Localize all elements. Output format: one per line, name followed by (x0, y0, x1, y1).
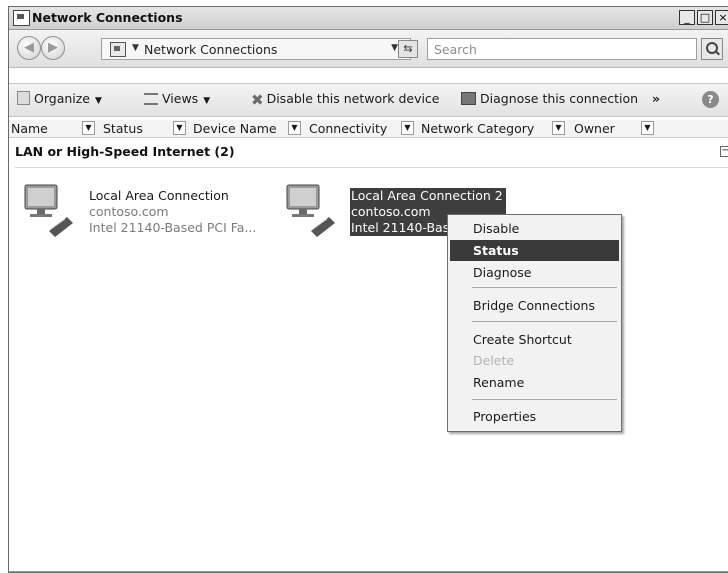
window-bottom-edge (9, 571, 728, 572)
column-name-dropdown[interactable]: ▼ (82, 121, 95, 135)
network-connections-icon (13, 10, 30, 26)
disable-x-icon: ✖ (251, 91, 264, 109)
close-button[interactable]: × (715, 10, 728, 25)
menu-item-create-shortcut[interactable]: Create Shortcut (450, 329, 619, 350)
organize-button[interactable]: Organize ▼ (17, 91, 102, 106)
column-name[interactable]: Name (11, 121, 48, 136)
address-path[interactable]: Network Connections (144, 42, 277, 57)
help-icon[interactable]: ? (702, 91, 719, 108)
menu-item-diagnose[interactable]: Diagnose (450, 262, 619, 283)
diagnose-icon (461, 92, 476, 105)
menu-separator (472, 399, 617, 400)
context-menu: Disable Status Diagnose Bridge Connectio… (447, 214, 622, 432)
menu-item-status[interactable]: Status (450, 240, 619, 261)
address-dropdown-icon[interactable]: ▼ (391, 43, 398, 53)
column-status-dropdown[interactable]: ▼ (173, 121, 186, 135)
group-divider (15, 167, 728, 168)
column-device-name[interactable]: Device Name (193, 121, 277, 136)
organize-label: Organize (34, 91, 90, 106)
column-connectivity[interactable]: Connectivity (309, 121, 387, 136)
back-button[interactable]: ◀ (17, 36, 41, 60)
maximize-button[interactable]: □ (697, 10, 713, 25)
disable-label: Disable this network device (266, 91, 440, 106)
menu-item-disable[interactable]: Disable (450, 218, 619, 239)
network-adapter-icon (24, 184, 73, 237)
diagnose-label: Diagnose this connection (480, 91, 639, 106)
menu-item-delete: Delete (473, 353, 515, 368)
collapse-group-icon[interactable]: − (720, 146, 728, 157)
minimize-button[interactable]: _ (679, 10, 695, 25)
column-device-name-dropdown[interactable]: ▼ (288, 121, 301, 135)
diagnose-button[interactable]: Diagnose this connection (461, 91, 638, 106)
window-controls: _ □ × (679, 10, 728, 25)
menu-item-rename[interactable]: Rename (450, 372, 619, 393)
disable-device-button[interactable]: ✖ Disable this network device (251, 91, 440, 109)
menu-item-bridge-connections[interactable]: Bridge Connections (450, 295, 619, 316)
views-label: Views (162, 91, 199, 106)
views-button[interactable]: Views ▼ (144, 91, 210, 106)
address-bar[interactable]: ▼ Network Connections ▼ (101, 38, 411, 60)
breadcrumb-arrow-icon[interactable]: ▼ (132, 43, 139, 53)
command-bar: Organize ▼ Views ▼ ✖ Disable this network d… (9, 83, 728, 117)
window-title: Network Connections (32, 10, 183, 25)
column-owner[interactable]: Owner (574, 121, 615, 136)
refresh-button[interactable]: ⇆ (398, 40, 418, 58)
group-header[interactable]: LAN or High-Speed Internet (2) (15, 144, 235, 159)
column-network-category-dropdown[interactable]: ▼ (552, 121, 565, 135)
search-input[interactable]: Search (427, 38, 697, 60)
menu-item-properties[interactable]: Properties (450, 406, 619, 427)
connection-label: Local Area Connection contoso.com Intel … (89, 188, 256, 236)
search-placeholder: Search (434, 42, 477, 57)
network-adapter-icon (286, 184, 335, 237)
menu-separator (472, 321, 617, 322)
chevron-down-icon: ▼ (95, 96, 102, 106)
connection-name: Local Area Connection (89, 188, 229, 203)
connection-name: Local Area Connection 2 (351, 188, 503, 203)
forward-button[interactable]: ▶ (41, 36, 65, 60)
connection-device: Intel 21140-Based PCI Fa... (89, 220, 257, 235)
search-icon[interactable] (701, 38, 723, 60)
address-row: ◀ ▶ ▼ Network Connections ▼ ⇆ Search (9, 30, 728, 68)
connection-domain: contoso.com (89, 204, 169, 219)
menu-separator (472, 287, 617, 288)
column-connectivity-dropdown[interactable]: ▼ (401, 121, 414, 135)
title-bar[interactable]: Network Connections _ □ × (9, 7, 728, 30)
organize-icon (17, 91, 30, 105)
column-status[interactable]: Status (103, 121, 143, 136)
views-icon (144, 93, 158, 105)
chevron-down-icon: ▼ (203, 96, 211, 106)
network-folder-icon (110, 42, 126, 57)
column-owner-dropdown[interactable]: ▼ (641, 121, 654, 135)
column-network-category[interactable]: Network Category (421, 121, 534, 136)
more-commands-button[interactable]: » (652, 91, 660, 106)
column-header: Name ▼ Status ▼ Device Name ▼ Connectivi… (9, 120, 728, 138)
